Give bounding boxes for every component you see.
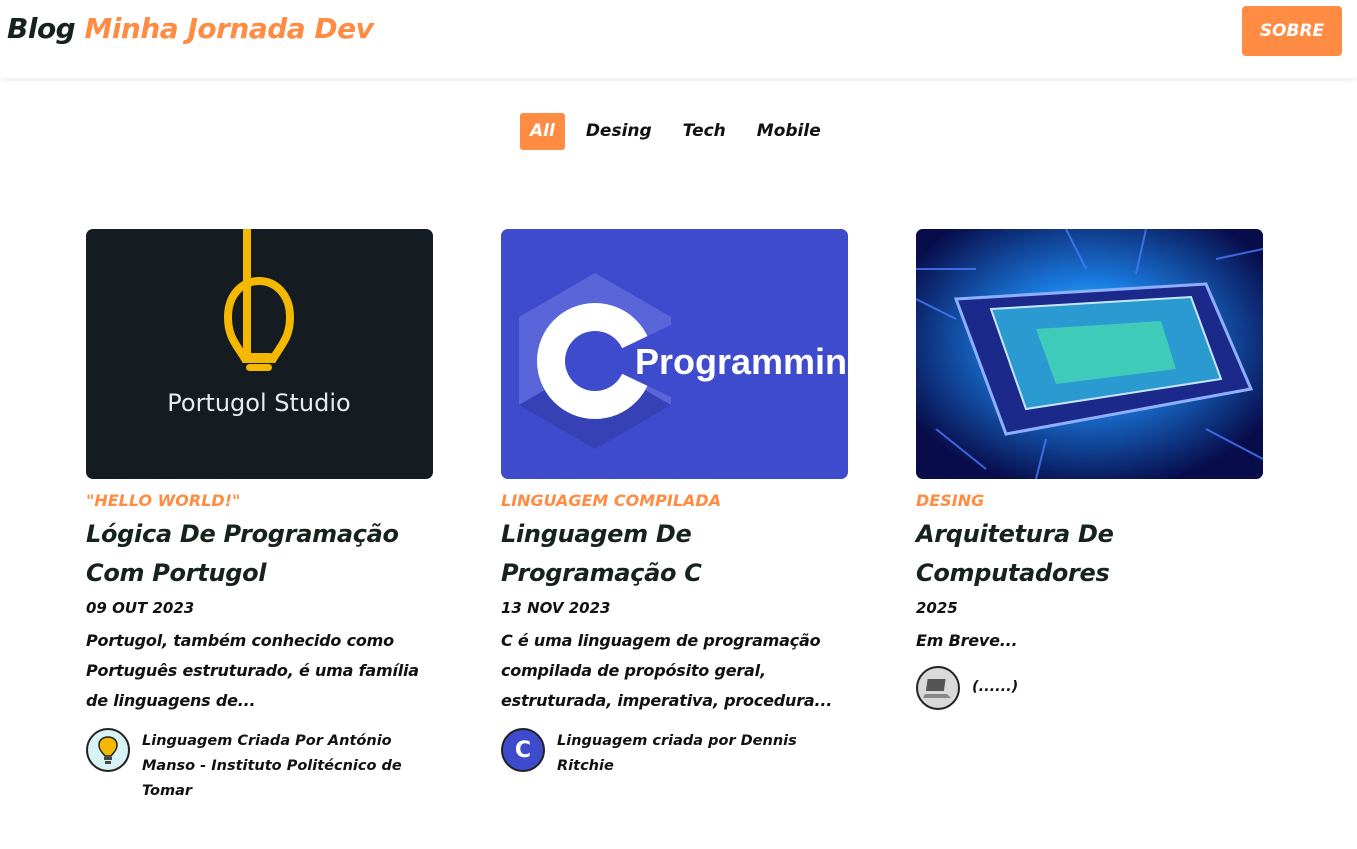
post-card[interactable]: Desing Arquitetura De Computadores 2025 … — [916, 229, 1263, 710]
post-title[interactable]: Linguagem De Programação C — [501, 515, 848, 593]
post-description: Portugol, também conhecido como Portuguê… — [86, 631, 419, 710]
filter-mobile[interactable]: Mobile — [747, 113, 831, 150]
post-description: C é uma linguagem de programação compila… — [501, 631, 833, 710]
logo-name: Minha Jornada Dev — [84, 12, 374, 45]
filter-desing[interactable]: Desing — [576, 113, 662, 150]
post-card[interactable]: Programming Linguagem compilada Linguage… — [501, 229, 848, 779]
author-name: Linguagem Criada Por António Manso - Ins… — [142, 733, 402, 799]
author-name: (......) — [972, 679, 1019, 695]
post-category: Linguagem compilada — [501, 491, 722, 510]
post-thumbnail-cpu[interactable] — [916, 229, 1263, 479]
post-category: Desing — [916, 491, 985, 510]
cpu-circuit-image — [916, 229, 1263, 479]
post-date: 2025 — [916, 599, 958, 617]
post-author: Linguagem Criada Por António Manso - Ins… — [86, 728, 433, 804]
post-title[interactable]: Lógica De Programação Com Portugol — [86, 515, 433, 593]
c-letter-icon: C — [514, 737, 532, 763]
lightbulb-icon: Portugol Studio — [167, 229, 351, 417]
post-description: Em Breve... — [916, 631, 1018, 650]
author-avatar: C — [501, 728, 545, 772]
top-header: Blog Minha Jornada Dev SOBRE — [0, 0, 1357, 78]
portugol-studio-label: Portugol Studio — [167, 389, 350, 417]
filter-all[interactable]: All — [520, 113, 565, 150]
post-date: 09 OUT 2023 — [86, 599, 195, 617]
laptop-icon — [923, 679, 951, 698]
post-thumbnail-portugol[interactable]: Portugol Studio — [86, 229, 433, 479]
lightbulb-icon — [98, 736, 118, 764]
post-date: 13 NOV 2023 — [501, 599, 611, 617]
programming-label: Programming — [635, 341, 848, 382]
author-avatar — [86, 728, 130, 772]
post-author: C Linguagem criada por Dennis Ritchie — [501, 728, 848, 779]
post-card[interactable]: Portugol Studio "Hello World!" Lógica De… — [86, 229, 433, 804]
post-title[interactable]: Arquitetura De Computadores — [916, 515, 1263, 593]
post-category: "Hello World!" — [86, 491, 241, 510]
c-language-logo: Programming — [519, 273, 848, 449]
author-name: Linguagem criada por Dennis Ritchie — [557, 733, 797, 774]
category-filter-bar: All Desing Tech Mobile — [520, 113, 842, 150]
filter-tech[interactable]: Tech — [673, 113, 736, 150]
author-avatar — [916, 666, 960, 710]
post-thumbnail-c[interactable]: Programming — [501, 229, 848, 479]
about-button[interactable]: SOBRE — [1242, 6, 1342, 56]
site-logo[interactable]: Blog Minha Jornada Dev — [7, 12, 374, 45]
post-author: (......) — [916, 666, 1263, 710]
logo-prefix: Blog — [7, 12, 76, 45]
